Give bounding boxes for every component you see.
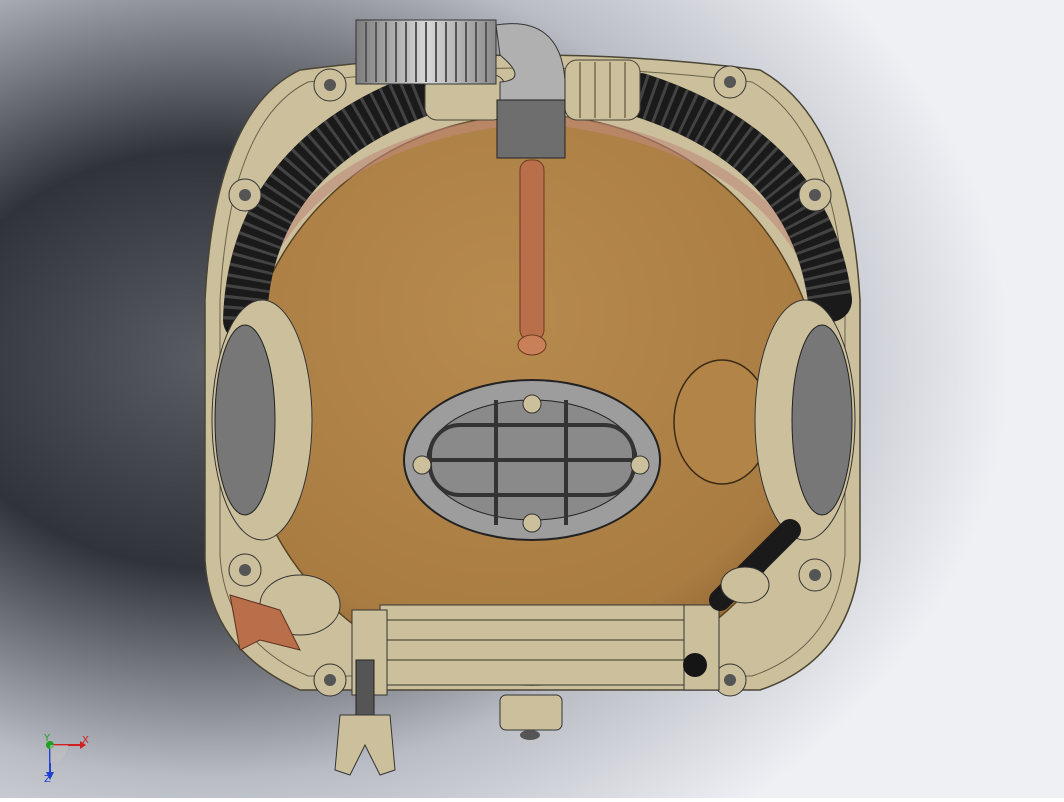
lower-hose-coupling <box>720 566 770 604</box>
copper-pipe <box>519 159 545 341</box>
clamp-knob <box>683 653 707 677</box>
hose-coupling-right <box>564 59 641 121</box>
port-screw-right <box>630 455 650 475</box>
bottom-knob <box>499 694 563 731</box>
helmet-model[interactable] <box>0 0 1064 798</box>
port-screw-left <box>412 455 432 475</box>
port-screw-bottom <box>522 513 542 533</box>
y-axis-label: Y <box>44 733 51 744</box>
cad-viewport[interactable] <box>0 0 1064 798</box>
bottom-knob-tip <box>520 730 540 740</box>
side-port-left-glass <box>214 324 276 516</box>
lock-pin-stem <box>355 659 375 721</box>
z-axis-label: Z <box>44 774 51 785</box>
triad-shade <box>50 745 68 763</box>
side-port-right-glass <box>791 324 853 516</box>
valve-block <box>496 99 566 159</box>
x-axis-label: X <box>82 735 89 746</box>
pipe-end <box>517 334 547 356</box>
port-screw-top <box>522 394 542 414</box>
neck-ring <box>379 604 691 686</box>
neck-clamp-right <box>683 604 720 691</box>
